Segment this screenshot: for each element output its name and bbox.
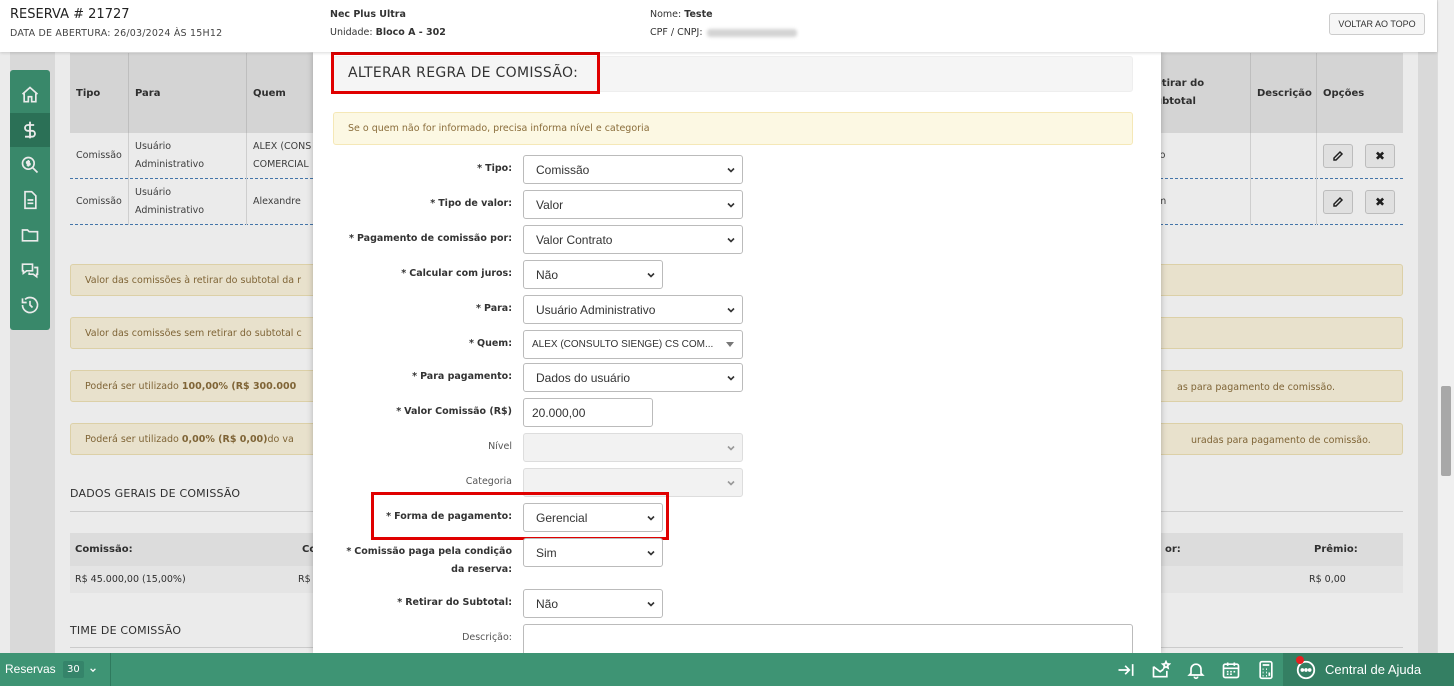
chevron-down-icon bbox=[727, 445, 735, 451]
nivel-label: Nível bbox=[488, 441, 512, 452]
edit-commission-rule-modal: ALTERAR REGRA DE COMISSÃO: Se o quem não… bbox=[313, 52, 1161, 653]
chevron-down-icon bbox=[727, 202, 735, 208]
para-select[interactable]: Usuário Administrativo bbox=[523, 295, 743, 324]
tipo-valor-label: * Tipo de valor: bbox=[430, 198, 512, 209]
chevron-down-icon[interactable] bbox=[89, 666, 97, 674]
juros-select[interactable]: Não bbox=[523, 260, 663, 289]
chevron-down-icon bbox=[727, 237, 735, 243]
pagamento-por-select[interactable]: Valor Contrato bbox=[523, 225, 743, 254]
valor-comissao-input[interactable]: 20.000,00 bbox=[523, 398, 653, 427]
para-label: * Para: bbox=[476, 303, 512, 314]
calculator-icon[interactable] bbox=[1256, 660, 1276, 680]
para-pagamento-label: * Para pagamento: bbox=[412, 371, 512, 382]
quem-label: * Quem: bbox=[469, 338, 512, 349]
condicao-label-line2: da reserva: bbox=[451, 564, 512, 575]
modal-warning: Se o quem não for informado, precisa inf… bbox=[333, 112, 1133, 145]
condicao-label: * Comissão paga pela condição bbox=[346, 546, 512, 557]
mail-star-icon[interactable] bbox=[1151, 660, 1171, 680]
help-center-button[interactable]: Central de Ajuda bbox=[1283, 653, 1454, 686]
tipo-valor-select[interactable]: Valor bbox=[523, 190, 743, 219]
reservas-label: Reservas bbox=[5, 662, 56, 676]
descricao-label: Descrição: bbox=[462, 632, 512, 643]
retirar-subtotal-label: * Retirar do Subtotal: bbox=[397, 597, 512, 608]
chevron-down-icon bbox=[647, 601, 655, 607]
categoria-label: Categoria bbox=[465, 476, 512, 487]
opening-date: DATA DE ABERTURA: 26/03/2024 ÀS 15H12 bbox=[10, 28, 223, 39]
caret-down-icon bbox=[726, 342, 734, 347]
reservas-count-badge: 30 bbox=[63, 661, 84, 678]
calendar-icon[interactable] bbox=[1221, 660, 1241, 680]
descricao-textarea[interactable] bbox=[523, 624, 1133, 653]
retirar-subtotal-select[interactable]: Não bbox=[523, 589, 663, 618]
unit-info: Unidade: Bloco A - 302 bbox=[330, 27, 446, 38]
tipo-label: * Tipo: bbox=[477, 163, 512, 174]
chevron-down-icon bbox=[647, 515, 655, 521]
back-to-top-button[interactable]: VOLTAR AO TOPO bbox=[1329, 13, 1425, 35]
blurred-cpf bbox=[706, 28, 797, 37]
forma-pagamento-select[interactable]: Gerencial bbox=[523, 503, 663, 532]
quem-select[interactable]: ALEX (CONSULTO SIENGE) CS COM... bbox=[523, 330, 743, 359]
scrollbar-thumb[interactable] bbox=[1441, 386, 1451, 476]
chevron-down-icon bbox=[647, 550, 655, 556]
chevron-down-icon bbox=[727, 480, 735, 486]
chevron-down-icon bbox=[727, 375, 735, 381]
cpf-info: CPF / CNPJ: bbox=[650, 27, 797, 38]
condicao-select[interactable]: Sim bbox=[523, 538, 663, 567]
para-pagamento-select[interactable]: Dados do usuário bbox=[523, 363, 743, 392]
modal-title: ALTERAR REGRA DE COMISSÃO: bbox=[331, 52, 600, 94]
client-info: Nome: Teste bbox=[650, 9, 713, 20]
nivel-select bbox=[523, 433, 743, 462]
reservation-title: RESERVA # 21727 bbox=[10, 7, 130, 22]
chevron-down-icon bbox=[647, 272, 655, 278]
reservation-header: RESERVA # 21727 DATA DE ABERTURA: 26/03/… bbox=[0, 0, 1437, 52]
notification-dot bbox=[1296, 656, 1304, 664]
bell-icon[interactable] bbox=[1186, 660, 1206, 680]
tipo-select[interactable]: Comissão bbox=[523, 155, 743, 184]
pagamento-por-label: * Pagamento de comissão por: bbox=[348, 233, 512, 244]
valor-comissao-label: * Valor Comissão (R$) bbox=[396, 406, 512, 417]
page-scrollbar[interactable] bbox=[1437, 0, 1454, 653]
bottom-toolbar: Reservas 30 Central de Ajuda bbox=[0, 653, 1454, 686]
collapse-right-icon[interactable] bbox=[1116, 660, 1136, 680]
enterprise-name: Nec Plus Ultra bbox=[330, 9, 406, 20]
forma-pagamento-label: * Forma de pagamento: bbox=[386, 511, 512, 522]
chevron-down-icon bbox=[727, 307, 735, 313]
juros-label: * Calcular com juros: bbox=[401, 268, 512, 279]
chevron-down-icon bbox=[727, 167, 735, 173]
